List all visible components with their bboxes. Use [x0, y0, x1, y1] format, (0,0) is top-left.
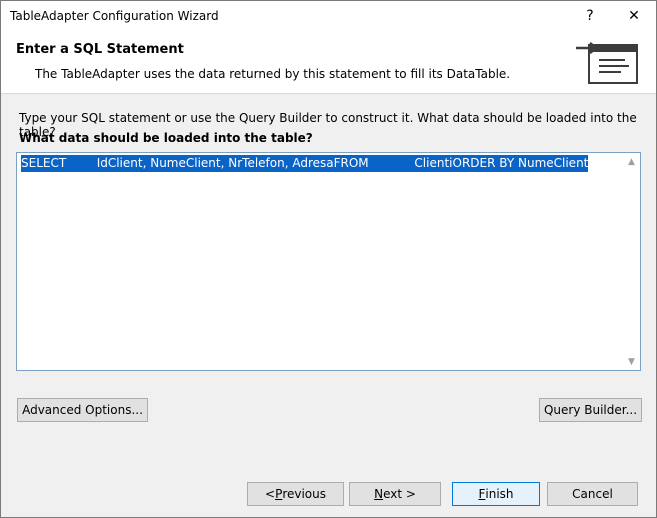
cancel-button[interactable]: Cancel: [547, 482, 638, 506]
finish-button[interactable]: Finish: [452, 482, 540, 506]
page-title: Enter a SQL Statement: [16, 42, 184, 57]
help-button[interactable]: ?: [567, 1, 613, 31]
sql-statement-textarea[interactable]: SELECT IdClient, NumeClient, NrTelefon, …: [16, 152, 641, 371]
sql-text[interactable]: SELECT IdClient, NumeClient, NrTelefon, …: [21, 155, 589, 172]
previous-mnemonic: P: [275, 487, 283, 501]
advanced-options-button[interactable]: Advanced Options...: [17, 398, 148, 422]
title-bar[interactable]: TableAdapter Configuration Wizard ? ✕: [1, 1, 656, 31]
previous-prefix: <: [265, 487, 276, 501]
previous-button[interactable]: < Previous: [247, 482, 344, 506]
query-builder-button[interactable]: Query Builder...: [539, 398, 642, 422]
next-button[interactable]: Next >: [349, 482, 441, 506]
sql-input-label: What data should be loaded into the tabl…: [19, 131, 313, 145]
previous-label-rest: revious: [282, 487, 326, 501]
wizard-header: Enter a SQL Statement The TableAdapter u…: [1, 31, 656, 94]
finish-label-rest: inish: [485, 487, 514, 501]
sql-selected-text: SELECT IdClient, NumeClient, NrTelefon, …: [21, 155, 589, 172]
next-mnemonic: N: [374, 487, 384, 501]
scroll-down-icon[interactable]: ▼: [623, 353, 640, 370]
page-description: The TableAdapter uses the data returned …: [35, 67, 511, 81]
scroll-up-icon[interactable]: ▲: [623, 153, 640, 170]
sql-statement-icon: [576, 42, 638, 84]
finish-mnemonic: F: [478, 487, 486, 501]
close-button[interactable]: ✕: [611, 1, 657, 31]
wizard-window: TableAdapter Configuration Wizard ? ✕ En…: [0, 0, 657, 518]
next-label-rest: ext >: [383, 487, 416, 501]
vertical-scrollbar[interactable]: ▲ ▼: [623, 153, 640, 370]
window-title: TableAdapter Configuration Wizard: [10, 9, 219, 23]
